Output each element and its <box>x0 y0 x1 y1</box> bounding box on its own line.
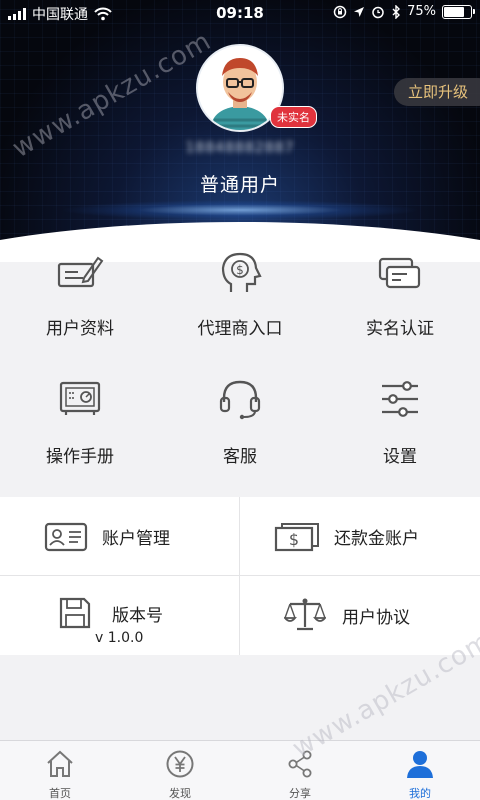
sliders-icon <box>382 381 418 417</box>
battery-percent: 75% <box>407 4 436 19</box>
alarm-icon <box>372 6 384 18</box>
tab-mine[interactable]: 我的 <box>360 741 480 800</box>
list-item-version[interactable]: 版本号 v 1.0.0 <box>0 576 239 654</box>
yen-icon <box>166 750 194 778</box>
bluetooth-icon <box>392 4 401 19</box>
list-label: 还款金账户 <box>334 529 419 549</box>
grid-item-settings[interactable]: 设置 <box>320 360 480 480</box>
tab-label: 首页 <box>49 787 71 800</box>
tab-label: 发现 <box>169 787 191 800</box>
tab-discover[interactable]: 发现 <box>120 741 240 800</box>
unverified-badge[interactable]: 未实名 <box>270 106 317 128</box>
grid-item-support[interactable]: 客服 <box>160 360 320 480</box>
grid-item-verification[interactable]: 实名认证 <box>320 240 480 360</box>
profile-header: 中国联通 09:18 75% 未实名 立即升级 18848882887 普通用户 <box>0 0 480 262</box>
grid-label: 用户资料 <box>46 319 114 339</box>
phone-number: 18848882887 <box>185 140 295 156</box>
account-list: 账户管理 $ 还款金账户 版本号 v 1.0.0 用户协议 <box>0 497 480 655</box>
user-icon <box>407 751 433 778</box>
cards-icon <box>378 257 421 289</box>
status-bar: 中国联通 09:18 75% <box>0 0 480 26</box>
tab-label: 分享 <box>289 787 311 800</box>
grid-item-profile[interactable]: 用户资料 <box>0 240 160 360</box>
grid-label: 客服 <box>223 447 257 467</box>
battery-icon <box>442 4 475 19</box>
headset-icon <box>219 380 261 420</box>
grid-label: 设置 <box>383 447 417 467</box>
svg-text:$: $ <box>236 263 244 277</box>
version-number: v 1.0.0 <box>95 630 144 646</box>
scale-icon <box>284 598 326 631</box>
orientation-lock-icon <box>333 5 347 18</box>
function-grid: 用户资料 $ 代理商入口 实名认证 操作手册 客服 设置 <box>0 240 480 480</box>
list-label: 用户协议 <box>342 608 410 628</box>
floppy-icon <box>59 597 91 629</box>
location-icon <box>354 6 365 17</box>
list-item-user-agreement[interactable]: 用户协议 <box>240 576 479 654</box>
svg-text:$: $ <box>289 530 299 549</box>
tab-label: 我的 <box>409 787 431 800</box>
safe-box-icon <box>59 381 101 415</box>
grid-label: 实名认证 <box>366 319 434 339</box>
grid-item-manual[interactable]: 操作手册 <box>0 360 160 480</box>
id-card-icon <box>44 522 88 552</box>
cash-icon: $ <box>274 523 319 552</box>
tab-home[interactable]: 首页 <box>0 741 120 800</box>
grid-label: 操作手册 <box>46 447 114 467</box>
grid-label: 代理商入口 <box>197 319 283 339</box>
list-label: 账户管理 <box>102 529 170 549</box>
tab-bar: 首页 发现 分享 我的 <box>0 740 480 800</box>
grid-item-agent[interactable]: $ 代理商入口 <box>160 240 320 360</box>
list-item-repayment-account[interactable]: $ 还款金账户 <box>240 497 479 575</box>
agent-head-icon: $ <box>221 252 262 292</box>
tab-share[interactable]: 分享 <box>240 741 360 800</box>
profile-edit-icon <box>57 256 104 288</box>
home-icon <box>47 750 73 777</box>
profile-screen: 中国联通 09:18 75% 未实名 立即升级 18848882887 普通用户… <box>0 0 480 800</box>
list-label: 版本号 <box>112 606 163 626</box>
header-glow <box>60 200 420 220</box>
upgrade-button[interactable]: 立即升级 <box>393 78 480 106</box>
user-level: 普通用户 <box>199 174 280 196</box>
list-item-account-management[interactable]: 账户管理 <box>0 497 239 575</box>
share-icon <box>288 750 312 778</box>
